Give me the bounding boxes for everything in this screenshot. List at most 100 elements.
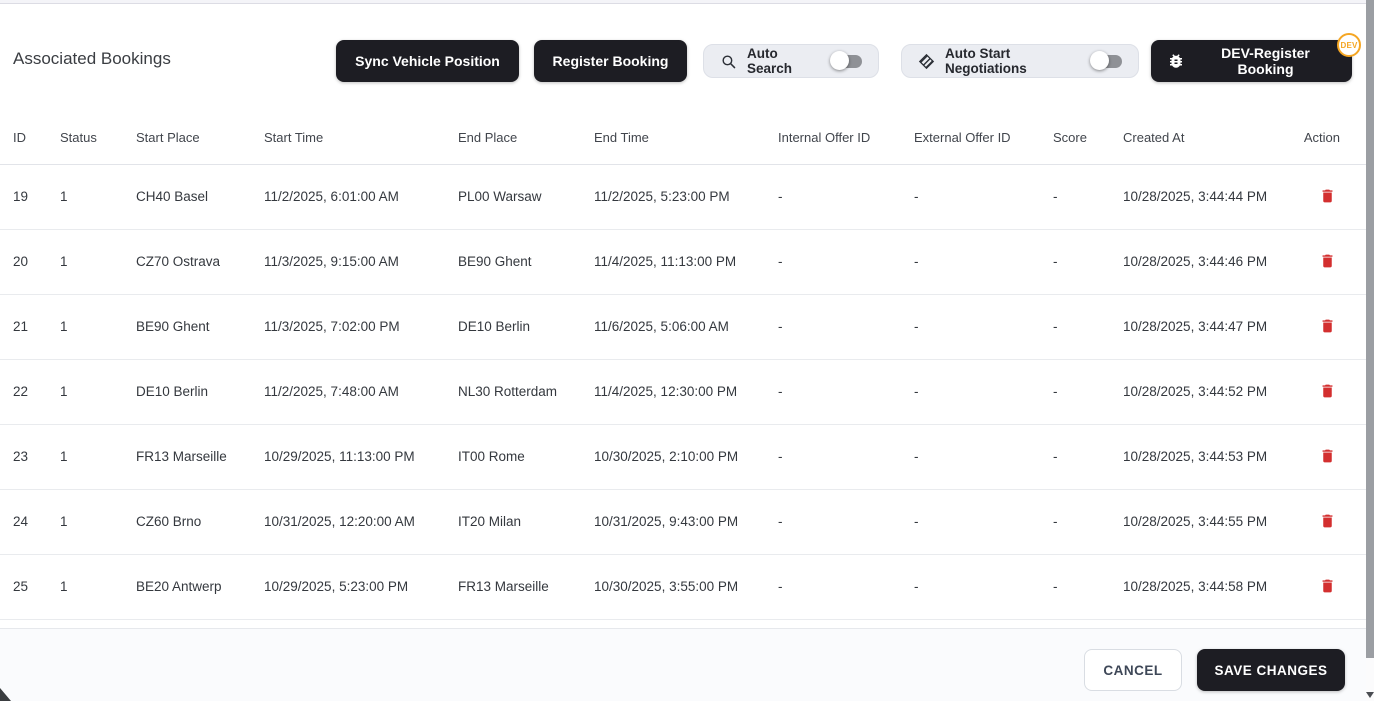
cell-internal-offer-id: - <box>778 229 914 294</box>
bookings-table: IDStatusStart PlaceStart TimeEnd PlaceEn… <box>0 112 1366 620</box>
auto-start-negotiations-switch[interactable] <box>1092 51 1124 71</box>
cell-external-offer-id: - <box>914 164 1053 229</box>
cell-end-time: 10/31/2025, 9:43:00 PM <box>594 489 778 554</box>
column-header-created-at: Created At <box>1123 112 1300 164</box>
save-changes-button[interactable]: SAVE CHANGES <box>1197 649 1345 691</box>
dev-register-booking-button[interactable]: DEV-Register Booking <box>1151 40 1352 82</box>
cell-start-place: CZ60 Brno <box>136 489 264 554</box>
cell-end-time: 10/30/2025, 3:55:00 PM <box>594 554 778 619</box>
cell-created-at: 10/28/2025, 3:44:46 PM <box>1123 229 1300 294</box>
cell-internal-offer-id: - <box>778 489 914 554</box>
cell-end-place: IT20 Milan <box>458 489 594 554</box>
cell-end-time: 11/6/2025, 5:06:00 AM <box>594 294 778 359</box>
table-row: 251BE20 Antwerp10/29/2025, 5:23:00 PMFR1… <box>0 554 1366 619</box>
top-divider <box>0 0 1366 4</box>
cell-start-time: 10/31/2025, 12:20:00 AM <box>264 489 458 554</box>
cell-start-place: BE20 Antwerp <box>136 554 264 619</box>
auto-search-label: Auto Search <box>747 46 822 76</box>
cell-status: 1 <box>60 164 136 229</box>
cell-start-time: 10/29/2025, 5:23:00 PM <box>264 554 458 619</box>
cancel-button[interactable]: CANCEL <box>1084 649 1182 691</box>
cell-action <box>1300 229 1366 294</box>
table-header-row: IDStatusStart PlaceStart TimeEnd PlaceEn… <box>0 112 1366 164</box>
sync-vehicle-position-button[interactable]: Sync Vehicle Position <box>336 40 519 82</box>
cell-action <box>1300 294 1366 359</box>
cell-id: 25 <box>0 554 60 619</box>
cell-end-place: BE90 Ghent <box>458 229 594 294</box>
bug-icon <box>1167 52 1185 70</box>
cell-internal-offer-id: - <box>778 554 914 619</box>
cell-internal-offer-id: - <box>778 424 914 489</box>
cell-internal-offer-id: - <box>778 294 914 359</box>
delete-booking-button[interactable] <box>1317 315 1338 337</box>
cell-id: 22 <box>0 359 60 424</box>
auto-search-toggle-group[interactable]: Auto Search <box>703 44 879 78</box>
delete-booking-button[interactable] <box>1317 445 1338 467</box>
cell-score: - <box>1053 229 1123 294</box>
delete-booking-button[interactable] <box>1317 510 1338 532</box>
cell-action <box>1300 359 1366 424</box>
cell-end-place: DE10 Berlin <box>458 294 594 359</box>
scrollbar-down-arrow-icon[interactable] <box>1366 692 1374 698</box>
cell-id: 19 <box>0 164 60 229</box>
cell-internal-offer-id: - <box>778 359 914 424</box>
cell-action <box>1300 554 1366 619</box>
auto-search-switch[interactable] <box>832 51 864 71</box>
cell-created-at: 10/28/2025, 3:44:52 PM <box>1123 359 1300 424</box>
cell-external-offer-id: - <box>914 359 1053 424</box>
cell-score: - <box>1053 294 1123 359</box>
auto-start-negotiations-toggle-group[interactable]: Auto Start Negotiations <box>901 44 1139 78</box>
cell-external-offer-id: - <box>914 229 1053 294</box>
dev-badge: DEV <box>1337 33 1361 57</box>
cell-external-offer-id: - <box>914 424 1053 489</box>
cell-created-at: 10/28/2025, 3:44:47 PM <box>1123 294 1300 359</box>
table-row: 211BE90 Ghent11/3/2025, 7:02:00 PMDE10 B… <box>0 294 1366 359</box>
scrollbar-thumb[interactable] <box>1366 0 1374 658</box>
register-booking-label: Register Booking <box>553 53 669 69</box>
table-row: 241CZ60 Brno10/31/2025, 12:20:00 AMIT20 … <box>0 489 1366 554</box>
cell-score: - <box>1053 359 1123 424</box>
cell-external-offer-id: - <box>914 554 1053 619</box>
cell-start-place: CH40 Basel <box>136 164 264 229</box>
trash-icon <box>1319 187 1336 205</box>
delete-booking-button[interactable] <box>1317 185 1338 207</box>
column-header-action: Action <box>1300 112 1366 164</box>
cell-created-at: 10/28/2025, 3:44:53 PM <box>1123 424 1300 489</box>
register-booking-button[interactable]: Register Booking <box>534 40 687 82</box>
table-row: 191CH40 Basel11/2/2025, 6:01:00 AMPL00 W… <box>0 164 1366 229</box>
cell-score: - <box>1053 164 1123 229</box>
cell-action <box>1300 424 1366 489</box>
delete-booking-button[interactable] <box>1317 250 1338 272</box>
delete-booking-button[interactable] <box>1317 575 1338 597</box>
tags-icon <box>918 53 935 70</box>
column-header-status: Status <box>60 112 136 164</box>
cell-start-time: 11/2/2025, 6:01:00 AM <box>264 164 458 229</box>
cell-id: 23 <box>0 424 60 489</box>
cell-end-time: 11/2/2025, 5:23:00 PM <box>594 164 778 229</box>
switch-knob <box>830 51 849 70</box>
cell-action <box>1300 164 1366 229</box>
trash-icon <box>1319 317 1336 335</box>
cell-created-at: 10/28/2025, 3:44:55 PM <box>1123 489 1300 554</box>
column-header-start-place: Start Place <box>136 112 264 164</box>
vertical-scrollbar[interactable] <box>1366 0 1374 701</box>
cell-external-offer-id: - <box>914 489 1053 554</box>
cell-internal-offer-id: - <box>778 164 914 229</box>
delete-booking-button[interactable] <box>1317 380 1338 402</box>
cell-status: 1 <box>60 359 136 424</box>
cell-start-time: 11/3/2025, 9:15:00 AM <box>264 229 458 294</box>
cell-external-offer-id: - <box>914 294 1053 359</box>
column-header-end-place: End Place <box>458 112 594 164</box>
switch-knob <box>1090 51 1109 70</box>
cell-created-at: 10/28/2025, 3:44:44 PM <box>1123 164 1300 229</box>
dev-register-booking-label: DEV-Register Booking <box>1195 45 1336 77</box>
cell-end-place: NL30 Rotterdam <box>458 359 594 424</box>
cell-status: 1 <box>60 424 136 489</box>
table-row: 201CZ70 Ostrava11/3/2025, 9:15:00 AMBE90… <box>0 229 1366 294</box>
cell-status: 1 <box>60 489 136 554</box>
search-icon <box>720 53 737 70</box>
cell-end-time: 11/4/2025, 12:30:00 PM <box>594 359 778 424</box>
cell-id: 20 <box>0 229 60 294</box>
column-header-internal-offer-id: Internal Offer ID <box>778 112 914 164</box>
sync-vehicle-position-label: Sync Vehicle Position <box>355 53 500 69</box>
